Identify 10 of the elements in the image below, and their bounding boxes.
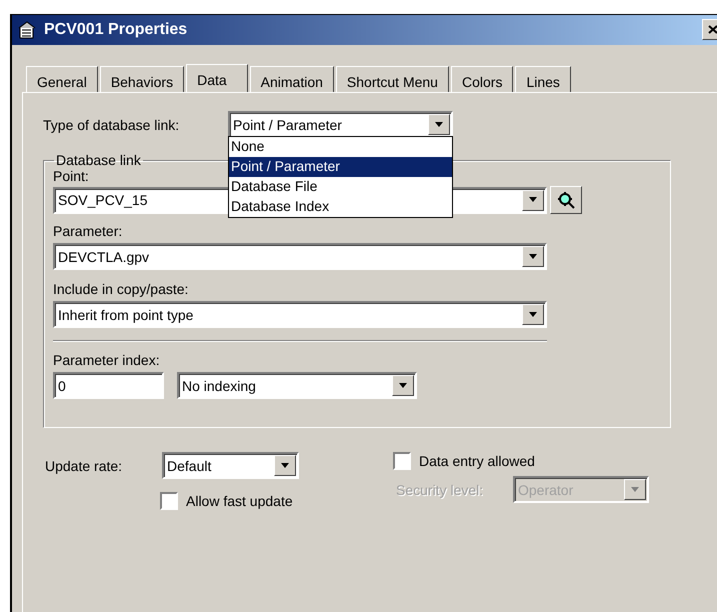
group-title: Database link (55, 152, 142, 168)
checkbox-label: Allow fast update (186, 493, 293, 509)
window-title: PCV001 Properties (44, 21, 188, 39)
checkbox-label: Data entry allowed (419, 453, 535, 469)
field-label: Parameter index: (53, 352, 161, 368)
field-label: Include in copy/paste: (53, 281, 190, 297)
field-label: Point: (53, 168, 90, 184)
field-label: Update rate: (45, 458, 124, 474)
field-label: Type of database link: (43, 116, 180, 132)
field-label: Parameter: (53, 223, 124, 239)
